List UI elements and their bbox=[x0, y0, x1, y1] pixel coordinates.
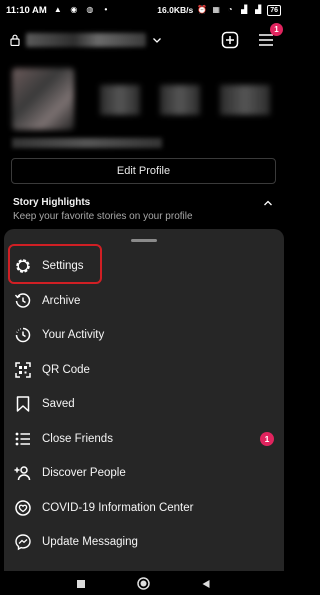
close-friends-badge: 1 bbox=[260, 431, 274, 446]
sheet-drag-handle[interactable] bbox=[131, 239, 157, 242]
network-speed: 16.0KB/s bbox=[157, 5, 194, 15]
menu-item-label: Update Messaging bbox=[42, 536, 138, 549]
gear-icon bbox=[14, 257, 32, 275]
app-icon: ◍ bbox=[86, 5, 94, 14]
chevron-down-icon[interactable] bbox=[152, 35, 162, 45]
plus-square-icon bbox=[221, 31, 239, 49]
menu-item-qr-code[interactable]: QR Code bbox=[4, 353, 284, 388]
menu-item-label: Saved bbox=[42, 398, 75, 411]
profile-header-blurred bbox=[0, 60, 287, 155]
edit-profile-button[interactable]: Edit Profile bbox=[11, 158, 276, 184]
display-name-blurred bbox=[12, 138, 162, 148]
wifi-icon: ◔ bbox=[227, 5, 233, 14]
lock-icon bbox=[10, 34, 20, 46]
story-highlights-section[interactable]: Story Highlights Keep your favorite stor… bbox=[13, 197, 275, 222]
list-icon bbox=[14, 430, 32, 448]
username-blurred[interactable] bbox=[26, 33, 146, 47]
menu-item-label: Your Activity bbox=[42, 329, 105, 342]
status-bar: 11:10 AM ▲ ◉ ◍ • 16.0KB/s ⏰ ▦ ◔ ▟ ▟ 76 bbox=[0, 0, 287, 20]
bookmark-icon bbox=[14, 395, 32, 413]
menu-button[interactable]: 1 bbox=[255, 23, 283, 51]
menu-item-update-messaging[interactable]: Update Messaging bbox=[4, 525, 284, 560]
following-stat-blurred[interactable] bbox=[220, 85, 270, 115]
options-menu: Settings Archive Your Activity QR Code S… bbox=[4, 249, 284, 560]
menu-item-saved[interactable]: Saved bbox=[4, 387, 284, 422]
menu-item-label: COVID-19 Information Center bbox=[42, 501, 194, 514]
menu-item-archive[interactable]: Archive bbox=[4, 284, 284, 319]
volte-icon: ▦ bbox=[212, 5, 220, 14]
qr-code-icon bbox=[14, 361, 32, 379]
messenger-icon bbox=[14, 533, 32, 551]
options-bottom-sheet: Settings Archive Your Activity QR Code S… bbox=[4, 229, 284, 571]
menu-item-label: Settings bbox=[42, 260, 84, 273]
battery-indicator: 76 bbox=[267, 4, 281, 16]
menu-item-label: Close Friends bbox=[42, 432, 113, 445]
avatar[interactable] bbox=[12, 68, 74, 130]
signal-icon-2: ▟ bbox=[255, 5, 262, 14]
menu-item-close-friends[interactable]: Close Friends 1 bbox=[4, 422, 284, 457]
menu-item-label: Discover People bbox=[42, 467, 126, 480]
alarm-clock-icon: ⏰ bbox=[197, 5, 208, 14]
covid-info-icon bbox=[14, 499, 32, 517]
story-highlights-subtitle: Keep your favorite stories on your profi… bbox=[13, 211, 193, 222]
profile-top-bar: 1 bbox=[0, 22, 287, 58]
system-navigation-bar bbox=[0, 572, 287, 595]
triangle-back-icon bbox=[202, 579, 210, 588]
menu-item-settings[interactable]: Settings bbox=[4, 249, 284, 284]
circle-icon bbox=[137, 577, 150, 590]
chevron-up-icon[interactable] bbox=[263, 199, 273, 207]
menu-notification-badge: 1 bbox=[270, 23, 283, 36]
story-highlights-title: Story Highlights bbox=[13, 197, 91, 208]
menu-item-discover-people[interactable]: Discover People bbox=[4, 456, 284, 491]
signal-icon: ▟ bbox=[241, 5, 248, 14]
status-time: 11:10 AM bbox=[6, 4, 47, 16]
posts-stat-blurred[interactable] bbox=[100, 85, 140, 115]
menu-item-label: Archive bbox=[42, 294, 81, 307]
home-button[interactable] bbox=[136, 577, 150, 591]
back-button[interactable] bbox=[199, 577, 213, 591]
alarm-icon: ◉ bbox=[70, 5, 78, 14]
square-icon bbox=[77, 579, 86, 588]
new-post-button[interactable] bbox=[219, 29, 241, 51]
warning-icon: ▲ bbox=[53, 5, 62, 14]
menu-item-covid-info[interactable]: COVID-19 Information Center bbox=[4, 491, 284, 526]
followers-stat-blurred[interactable] bbox=[160, 85, 200, 115]
menu-item-your-activity[interactable]: Your Activity bbox=[4, 318, 284, 353]
more-dots-icon: • bbox=[104, 5, 108, 14]
activity-icon bbox=[14, 326, 32, 344]
recents-button[interactable] bbox=[74, 577, 88, 591]
menu-item-label: QR Code bbox=[42, 363, 90, 376]
archive-icon bbox=[14, 292, 32, 310]
add-person-icon bbox=[14, 464, 32, 482]
